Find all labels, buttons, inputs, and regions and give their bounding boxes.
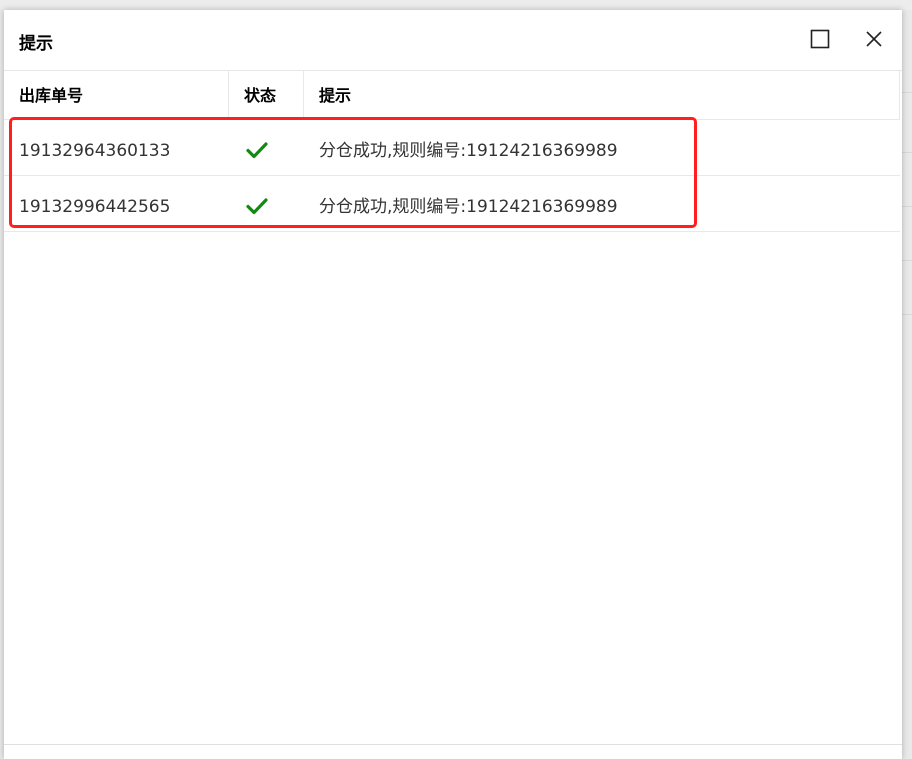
check-icon: [246, 198, 268, 215]
dialog-title: 提示: [19, 34, 53, 54]
table-header: 出库单号 状态 提示: [4, 71, 900, 120]
message-cell: 分仓成功,规则编号:19124216369989: [319, 141, 618, 161]
background-row-divider: [902, 152, 912, 153]
result-table: 出库单号 状态 提示 19132964360133 分仓成功,规则编号:1912…: [4, 71, 900, 232]
dialog-header: 提示: [4, 10, 902, 71]
message-cell: 分仓成功,规则编号:19124216369989: [319, 197, 618, 217]
background-row-divider: [902, 314, 912, 315]
order-number-cell: 19132964360133: [19, 141, 171, 161]
status-cell: [229, 176, 304, 231]
background-row-divider: [902, 260, 912, 261]
column-header-status[interactable]: 状态: [229, 71, 304, 119]
maximize-button[interactable]: [807, 26, 833, 52]
prompt-dialog: 提示 出库单号 状态 提示 19132964360133 分仓成功,规则编号:1…: [4, 10, 902, 759]
column-header-order-no[interactable]: 出库单号: [4, 71, 229, 119]
background-page: [0, 0, 912, 10]
table-row[interactable]: 19132964360133 分仓成功,规则编号:19124216369989: [4, 120, 900, 176]
background-row-divider: [902, 206, 912, 207]
background-row-divider: [902, 92, 912, 93]
dialog-footer-divider: [4, 744, 902, 745]
maximize-icon: [810, 29, 830, 49]
order-number-cell: 19132996442565: [19, 197, 171, 217]
close-button[interactable]: [861, 26, 887, 52]
column-header-message[interactable]: 提示: [304, 71, 900, 119]
close-icon: [866, 31, 882, 47]
table-row[interactable]: 19132996442565 分仓成功,规则编号:19124216369989: [4, 176, 900, 232]
status-cell: [229, 120, 304, 175]
check-icon: [246, 142, 268, 159]
